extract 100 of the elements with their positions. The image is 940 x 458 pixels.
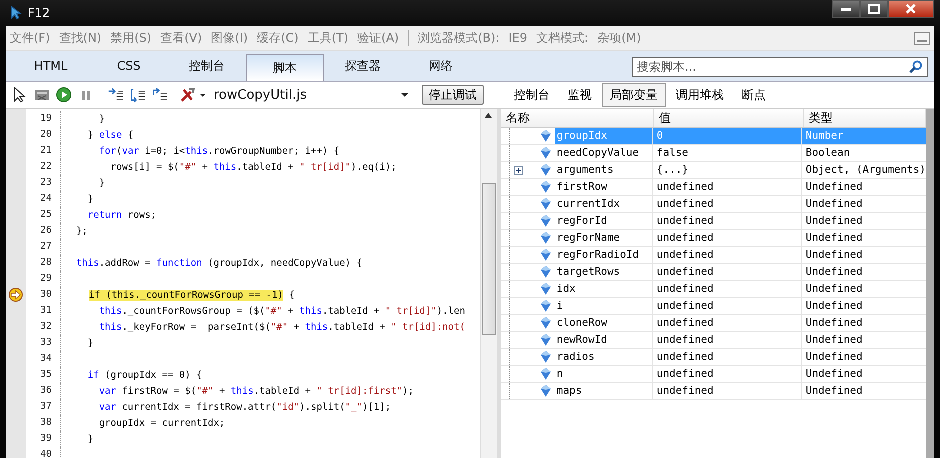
variable-name[interactable]: n <box>554 366 652 382</box>
scrollbar[interactable] <box>480 109 497 458</box>
pointer-icon <box>10 6 22 20</box>
tab[interactable]: 控制台 <box>168 54 246 78</box>
menu-item[interactable]: 验证(A) <box>358 30 400 46</box>
variable-name[interactable]: radios <box>554 349 652 365</box>
variable-value: {...} <box>652 162 802 178</box>
variable-name[interactable]: i <box>554 298 652 314</box>
line-number: 21 <box>26 143 61 159</box>
variable-value: undefined <box>652 349 802 365</box>
play-icon[interactable] <box>56 87 72 103</box>
line-number: 30 <box>26 287 61 303</box>
variable-type: Undefined <box>804 316 864 331</box>
code-line: this._keyForRow = parseInt($("#" + this.tableId + " tr[id]:not( <box>98 322 466 332</box>
variable-name[interactable]: maps <box>554 383 652 399</box>
variable-value: undefined <box>652 366 802 382</box>
variable-name[interactable]: targetRows <box>554 264 652 280</box>
menu-item[interactable]: IE9 <box>508 31 528 45</box>
variable-type: Undefined <box>804 299 864 314</box>
close-icon <box>905 4 917 14</box>
code-line: } <box>86 194 94 204</box>
code-line: return rows; <box>86 210 157 220</box>
tab[interactable]: 局部变量 <box>602 83 666 107</box>
variable-name[interactable]: needCopyValue <box>554 145 652 161</box>
step-into-icon[interactable] <box>108 87 124 103</box>
stop-debugging-button[interactable]: 停止调试 <box>422 85 484 105</box>
variable-value: undefined <box>652 281 802 297</box>
minimize-button[interactable] <box>832 0 860 18</box>
close-button[interactable] <box>888 0 934 18</box>
line-number: 29 <box>26 271 61 287</box>
tab[interactable]: 探查器 <box>324 54 402 78</box>
line-number: 37 <box>26 399 61 415</box>
menu-item[interactable]: 文件(F) <box>10 30 50 46</box>
tab[interactable]: HTML <box>12 54 90 78</box>
line-number: 32 <box>26 319 61 335</box>
menu-item[interactable]: 浏览器模式(B): <box>418 30 500 46</box>
code-line: var currentIdx = firstRow.attr("id").split("_")[1]; <box>98 402 392 412</box>
step-out-icon[interactable] <box>152 87 168 103</box>
variable-name[interactable]: cloneRow <box>554 315 652 331</box>
column-header[interactable]: 值 <box>654 109 804 127</box>
variable-name[interactable]: regForRadioId <box>554 247 652 263</box>
variable-type: Undefined <box>804 367 864 382</box>
variable-type: Undefined <box>804 180 864 195</box>
variable-icon <box>540 215 551 227</box>
menu-item[interactable]: 缓存(C) <box>257 30 299 46</box>
menu-item[interactable]: 杂项(M) <box>598 30 642 46</box>
tab[interactable]: CSS <box>90 54 168 78</box>
menu-item[interactable]: 查看(V) <box>160 30 202 46</box>
variable-icon <box>540 317 551 329</box>
scroll-up-icon[interactable] <box>485 113 492 118</box>
variable-name[interactable]: idx <box>554 281 652 297</box>
column-header[interactable]: 名称 <box>500 109 654 127</box>
expand-icon[interactable] <box>514 166 523 174</box>
variable-icon <box>540 147 551 159</box>
code-line: }; <box>75 226 88 236</box>
menu-item[interactable]: 文档模式: <box>536 30 589 46</box>
search-field[interactable]: 搜索脚本... <box>632 57 928 77</box>
menu-item[interactable]: 查找(N) <box>59 30 102 46</box>
tab[interactable]: 断点 <box>734 83 774 107</box>
variable-icon <box>540 198 551 210</box>
variable-name[interactable]: firstRow <box>554 179 652 195</box>
line-number: 39 <box>26 431 61 447</box>
variable-icon <box>540 266 551 278</box>
line-number: 38 <box>26 415 61 431</box>
variable-icon <box>540 300 551 312</box>
variable-value: undefined <box>652 213 802 229</box>
tab[interactable]: 控制台 <box>506 83 558 107</box>
variable-name[interactable]: arguments <box>554 162 652 178</box>
variable-value: undefined <box>652 383 802 399</box>
select-pointer-icon[interactable] <box>12 87 28 103</box>
tab[interactable]: 网络 <box>402 54 480 78</box>
maximize-button[interactable] <box>860 0 888 18</box>
line-number: 22 <box>26 159 61 175</box>
file-dropdown[interactable]: rowCopyUtil.js <box>214 88 410 102</box>
dock-button[interactable] <box>914 32 930 44</box>
variable-value: undefined <box>652 179 802 195</box>
menu-item[interactable]: 禁用(S) <box>110 30 152 46</box>
variable-icon <box>540 351 551 363</box>
variable-name[interactable]: newRowId <box>554 332 652 348</box>
step-over-icon[interactable] <box>130 87 146 103</box>
line-number: 36 <box>26 383 61 399</box>
line-number: 20 <box>26 127 61 143</box>
menu-item[interactable]: 工具(T) <box>308 30 349 46</box>
menu-item[interactable]: 图像(I) <box>211 30 248 46</box>
variable-icon <box>540 385 551 397</box>
code-line: if (groupIdx == 0) { <box>86 370 202 380</box>
window-title: F12 <box>28 6 50 20</box>
line-number: 34 <box>26 351 61 367</box>
tab[interactable]: 脚本 <box>246 54 324 81</box>
tab[interactable]: 调用堆栈 <box>668 83 732 107</box>
caret-icon <box>400 92 410 98</box>
variable-name[interactable]: currentIdx <box>554 196 652 212</box>
column-header[interactable]: 类型 <box>804 109 926 127</box>
variable-name[interactable]: regForId <box>554 213 652 229</box>
variable-type: Number <box>802 128 926 144</box>
code-line: } <box>86 434 94 444</box>
tab[interactable]: 监视 <box>560 83 600 107</box>
line-number: 31 <box>26 303 61 319</box>
variable-name[interactable]: regForName <box>554 230 652 246</box>
variable-value: undefined <box>652 196 802 212</box>
